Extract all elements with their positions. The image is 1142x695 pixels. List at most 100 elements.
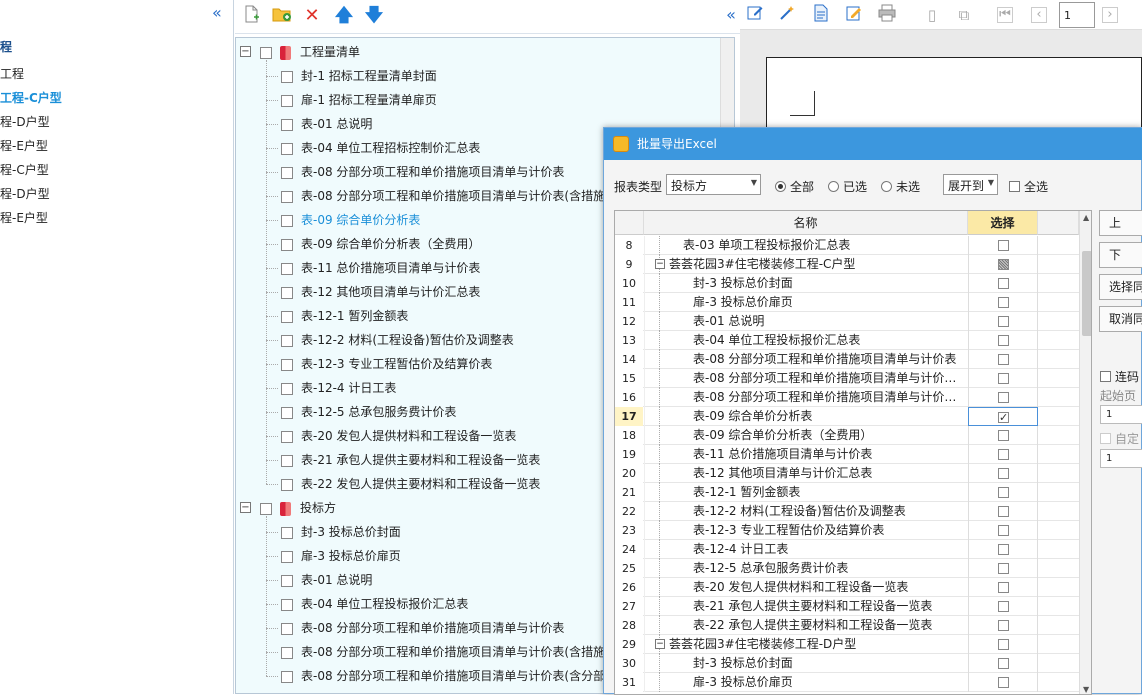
checkbox-icon[interactable] — [281, 190, 293, 203]
project-tree-item[interactable]: 程-D户型 — [0, 113, 50, 130]
grid-row[interactable]: 14 表-08 分部分项工程和单价措施项目清单与计价表 — [615, 350, 1079, 369]
move-up-button[interactable]: 上 — [1099, 210, 1142, 236]
grid-row[interactable]: 13 表-04 单位工程投标报价汇总表 — [615, 331, 1079, 350]
checkbox-icon[interactable] — [281, 622, 293, 635]
radio-all[interactable]: 全部 — [775, 178, 814, 195]
checkbox-icon[interactable] — [998, 430, 1009, 441]
tree-item[interactable]: 表-09 综合单价分析表（全费用） — [281, 232, 480, 256]
custom-input[interactable]: 1 — [1100, 449, 1142, 468]
row-select-cell[interactable] — [968, 483, 1038, 502]
tree-item[interactable]: 表-08 分部分项工程和单价措施项目清单与计价表(含措施 — [281, 184, 605, 208]
checkbox-icon[interactable] — [281, 262, 293, 275]
grid-row[interactable]: 19 表-11 总价措施项目清单与计价表 — [615, 445, 1079, 464]
collapse-node-icon[interactable]: − — [240, 46, 251, 57]
tree-group[interactable]: − 投标方 — [236, 496, 336, 520]
project-tree-item[interactable]: 程-E户型 — [0, 137, 48, 154]
row-select-cell[interactable] — [968, 369, 1038, 388]
move-up-icon[interactable]: 🡅 — [333, 5, 355, 27]
continuous-checkbox[interactable]: 连码 — [1100, 368, 1139, 385]
grid-row[interactable]: 12 表-01 总说明 — [615, 312, 1079, 331]
grid-row[interactable]: 20 表-12 其他项目清单与计价汇总表 — [615, 464, 1079, 483]
checkbox-icon[interactable] — [281, 430, 293, 443]
checkbox-icon[interactable] — [998, 297, 1009, 308]
grid-row[interactable]: 15 表-08 分部分项工程和单价措施项目清单与计价… — [615, 369, 1079, 388]
tree-item[interactable]: 表-12-2 材料(工程设备)暂估价及调整表 — [281, 328, 514, 352]
checkbox-icon[interactable] — [998, 639, 1009, 650]
tree-item[interactable]: 表-04 单位工程招标控制价汇总表 — [281, 136, 480, 160]
row-select-cell[interactable] — [968, 312, 1038, 331]
checkbox-icon[interactable] — [281, 214, 293, 227]
tree-item[interactable]: 表-08 分部分项工程和单价措施项目清单与计价表(含分部 — [281, 664, 605, 688]
select-same-button[interactable]: 选择同 — [1099, 274, 1142, 300]
checkbox-icon[interactable] — [998, 544, 1009, 555]
checkbox-icon[interactable] — [998, 240, 1009, 251]
checkbox-icon[interactable] — [281, 118, 293, 131]
row-select-cell[interactable] — [968, 635, 1038, 654]
checkbox-icon[interactable] — [998, 468, 1009, 479]
checkbox-icon[interactable] — [998, 335, 1009, 346]
checkbox-icon[interactable] — [260, 46, 272, 59]
grid-row[interactable]: 10 封-3 投标总价封面 — [615, 274, 1079, 293]
project-tree-item[interactable]: 程-C户型 — [0, 161, 49, 178]
checkbox-icon[interactable] — [281, 646, 293, 659]
scroll-up-icon[interactable]: ▲ — [1083, 213, 1089, 222]
tree-item[interactable]: 表-11 总价措施项目清单与计价表 — [281, 256, 480, 280]
tree-item[interactable]: 表-12-3 专业工程暂估价及结算价表 — [281, 352, 492, 376]
copy-page-icon[interactable]: ⧉ — [953, 4, 975, 26]
project-tree-item[interactable]: 工程-C户型 — [0, 89, 62, 106]
grid-row[interactable]: 17 表-09 综合单价分析表 — [615, 407, 1079, 427]
grid-row[interactable]: 21 表-12-1 暂列金额表 — [615, 483, 1079, 502]
checkbox-icon[interactable] — [998, 408, 1009, 427]
tree-item[interactable]: 表-01 总说明 — [281, 568, 372, 592]
tree-item[interactable]: 表-08 分部分项工程和单价措施项目清单与计价表 — [281, 616, 564, 640]
document-icon[interactable] — [810, 4, 832, 26]
collapse-panel-icon[interactable]: « — [212, 3, 222, 22]
checkbox-icon[interactable] — [281, 286, 293, 299]
print-icon[interactable] — [876, 4, 898, 26]
checkbox-icon[interactable] — [998, 392, 1009, 403]
checkbox-icon[interactable] — [281, 670, 293, 683]
checkbox-icon[interactable] — [998, 373, 1009, 384]
row-select-cell[interactable] — [968, 464, 1038, 483]
row-select-cell[interactable] — [968, 445, 1038, 464]
grid-row[interactable]: 23 表-12-3 专业工程暂估价及结算价表 — [615, 521, 1079, 540]
select-all-checkbox[interactable]: 全选 — [1009, 178, 1048, 195]
checkbox-icon[interactable] — [998, 487, 1009, 498]
checkbox-icon[interactable] — [281, 94, 293, 107]
row-select-cell[interactable] — [968, 350, 1038, 369]
tree-item[interactable]: 表-08 分部分项工程和单价措施项目清单与计价表(含措施 — [281, 640, 605, 664]
page-number-input[interactable]: 1 — [1059, 2, 1095, 28]
custom-checkbox[interactable]: 自定 — [1100, 430, 1139, 447]
row-select-cell[interactable] — [968, 502, 1038, 521]
tree-item[interactable]: 表-04 单位工程投标报价汇总表 — [281, 592, 468, 616]
tree-item[interactable]: 表-21 承包人提供主要材料和工程设备一览表 — [281, 448, 540, 472]
checkbox-icon[interactable] — [998, 259, 1009, 270]
add-folder-icon[interactable] — [271, 5, 293, 27]
checkbox-icon[interactable] — [998, 525, 1009, 536]
row-select-cell[interactable] — [968, 426, 1038, 445]
checkbox-icon[interactable] — [998, 316, 1009, 327]
grid-scrollbar[interactable]: ▲ ▼ — [1079, 211, 1091, 694]
row-select-cell[interactable] — [968, 255, 1038, 274]
previous-page-icon[interactable]: ‹ — [1031, 7, 1047, 23]
delete-icon[interactable]: ✕ — [301, 5, 323, 27]
collapse-node-icon[interactable]: − — [655, 639, 665, 649]
cancel-same-button[interactable]: 取消同 — [1099, 306, 1142, 332]
grid-row[interactable]: 26 表-20 发包人提供材料和工程设备一览表 — [615, 578, 1079, 597]
first-page-icon[interactable]: ⏮ — [997, 7, 1013, 23]
collapse-node-icon[interactable]: − — [240, 502, 251, 513]
grid-row[interactable]: 9− 荟荟花园3#住宅楼装修工程-C户型 — [615, 255, 1079, 274]
grid-row[interactable]: 18 表-09 综合单价分析表（全费用） — [615, 426, 1079, 445]
row-select-cell[interactable] — [968, 616, 1038, 635]
tree-item[interactable]: 扉-1 招标工程量清单扉页 — [281, 88, 437, 112]
row-select-cell[interactable] — [968, 578, 1038, 597]
checkbox-icon[interactable] — [281, 334, 293, 347]
tree-item[interactable]: 表-12-4 计日工表 — [281, 376, 396, 400]
checkbox-icon[interactable] — [281, 550, 293, 563]
grid-row[interactable]: 22 表-12-2 材料(工程设备)暂估价及调整表 — [615, 502, 1079, 521]
grid-row[interactable]: 29− 荟荟花园3#住宅楼装修工程-D户型 — [615, 635, 1079, 654]
page-icon[interactable]: ▯ — [921, 4, 943, 26]
move-down-icon[interactable]: 🡇 — [363, 5, 385, 27]
checkbox-icon[interactable] — [281, 574, 293, 587]
row-select-cell[interactable] — [968, 597, 1038, 616]
